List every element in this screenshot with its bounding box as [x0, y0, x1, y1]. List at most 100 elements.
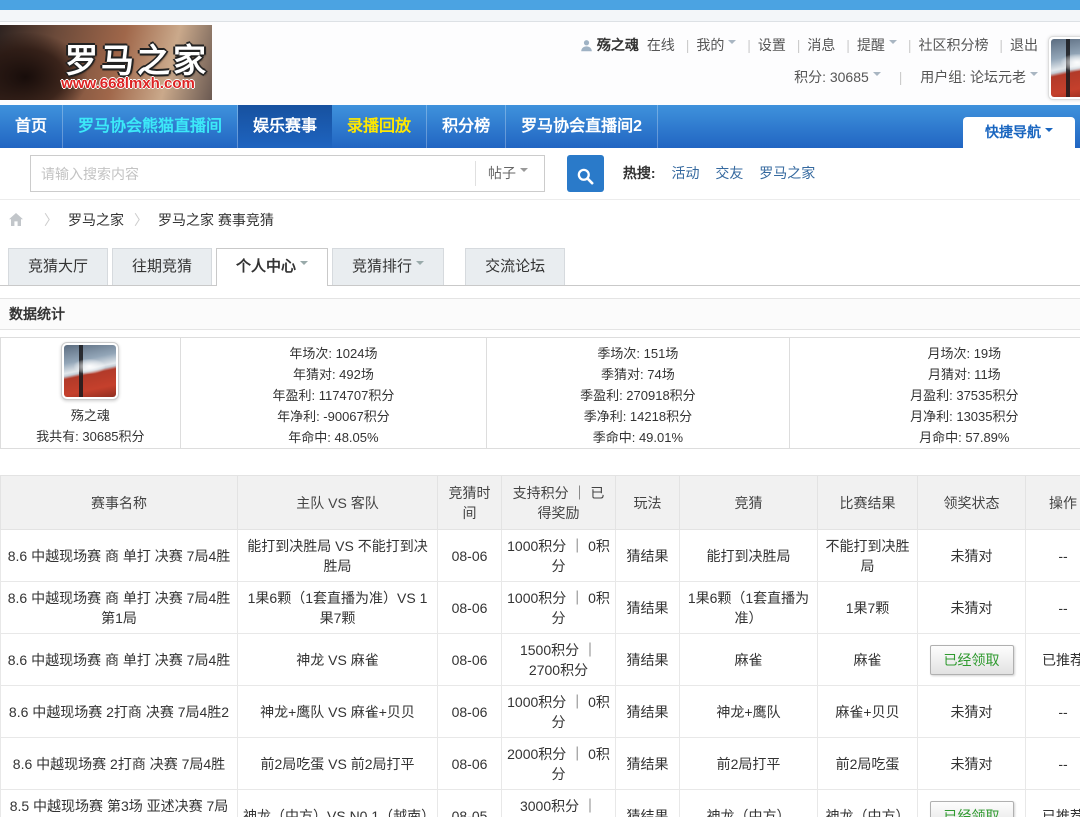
chevron-down-icon: [873, 72, 881, 80]
table-row: 8.6 中越现场赛 商 单打 决赛 7局4胜 神龙 VS 麻雀 08-06 15…: [1, 634, 1080, 686]
search-icon: [576, 174, 595, 189]
guess-time: 08-05: [438, 790, 502, 817]
match-result: 前2局吃蛋: [818, 738, 918, 790]
match-result: 1果7颗: [818, 582, 918, 634]
col-header-play: 玩法: [616, 476, 680, 530]
search-box: 帖子: [30, 155, 545, 192]
table-row: 8.6 中越现场赛 2打商 决赛 7局4胜 前2局吃蛋 VS 前2局打平 08-…: [1, 738, 1080, 790]
tab-rank[interactable]: 竞猜排行: [332, 248, 444, 285]
match-result: 神龙（中方）: [818, 790, 918, 817]
secondary-strip: [0, 10, 1080, 22]
teams: 神龙（中方）VS N0.1（越南）: [238, 790, 438, 817]
breadcrumb-home[interactable]: 罗马之家: [68, 212, 124, 228]
action: --: [1026, 686, 1080, 738]
breadcrumb-current[interactable]: 罗马之家 赛事竞猜: [158, 212, 274, 228]
search-button[interactable]: [567, 155, 604, 192]
col-header-name: 赛事名称: [1, 476, 238, 530]
tab-forum[interactable]: 交流论坛: [465, 248, 565, 285]
menu-logout[interactable]: 退出: [1010, 37, 1038, 53]
event-name: 8.6 中越现场赛 商 单打 决赛 7局4胜: [1, 530, 238, 582]
tab-past[interactable]: 往期竞猜: [112, 248, 212, 285]
hot-link-activity[interactable]: 活动: [671, 165, 699, 181]
claim-button[interactable]: 已经领取: [930, 801, 1014, 817]
points-reward: 2000积分 ｜ 0积分: [502, 738, 616, 790]
search-type-dropdown[interactable]: 帖子: [475, 161, 539, 186]
col-header-points: 支持积分 ｜ 已得奖励: [502, 476, 616, 530]
event-name: 8.5 中越现场赛 第3场 亚述决赛 7局4胜: [1, 790, 238, 817]
menu-board[interactable]: 社区积分榜: [918, 37, 988, 53]
nav-replay[interactable]: 录播回放: [332, 105, 427, 148]
search-bar: 帖子 热搜: 活动 交友 罗马之家: [0, 148, 1080, 200]
menu-messages[interactable]: 消息: [807, 37, 835, 53]
guess-time: 08-06: [438, 530, 502, 582]
usergroup-value[interactable]: 用户组: 论坛元老: [920, 69, 1026, 85]
logo-url: www.668lmxh.com: [48, 75, 208, 92]
nav-home[interactable]: 首页: [0, 105, 63, 148]
teams: 能打到决胜局 VS 不能打到决胜局: [238, 530, 438, 582]
play-type: 猜结果: [616, 582, 680, 634]
stats-season-col: 季场次: 151场 季猜对: 74场 季盈利: 270918积分 季净利: 14…: [487, 338, 789, 448]
home-icon[interactable]: [8, 202, 24, 217]
play-type: 猜结果: [616, 686, 680, 738]
avatar-flag-image: [1051, 39, 1080, 97]
hot-link-home[interactable]: 罗马之家: [759, 165, 815, 181]
claim-status: 已经领取: [918, 790, 1026, 817]
points-reward: 3000积分 ｜ 6720积分: [502, 790, 616, 817]
stats-avatar[interactable]: [61, 342, 119, 400]
stats-section-title: 数据统计: [0, 298, 1080, 330]
menu-mine[interactable]: 我的: [696, 37, 724, 53]
chevron-down-icon: [300, 261, 308, 269]
menu-settings[interactable]: 设置: [758, 37, 786, 53]
site-logo[interactable]: 罗马之家 www.668lmxh.com: [0, 25, 212, 100]
stats-month-col: 月场次: 19场 月猜对: 11场 月盈利: 37535积分 月净利: 1303…: [790, 338, 1080, 448]
stats-username: 殇之魂: [1, 405, 180, 426]
chevron-down-icon: [889, 40, 897, 48]
my-guess: 麻雀: [680, 634, 818, 686]
teams: 神龙+鹰队 VS 麻雀+贝贝: [238, 686, 438, 738]
stats-panel: 殇之魂 我共有: 30685积分 年场次: 1024场 年猜对: 492场 年盈…: [0, 337, 1080, 449]
tab-hall[interactable]: 竞猜大厅: [8, 248, 108, 285]
hot-search: 热搜: 活动 交友 罗马之家: [623, 155, 815, 192]
claim-status: 未猜对: [918, 582, 1026, 634]
table-row: 8.6 中越现场赛 2打商 决赛 7局4胜2 神龙+鹰队 VS 麻雀+贝贝 08…: [1, 686, 1080, 738]
hot-search-label: 热搜:: [623, 165, 656, 181]
action: --: [1026, 738, 1080, 790]
avatar[interactable]: [1048, 36, 1080, 100]
hot-link-friends[interactable]: 交友: [715, 165, 743, 181]
nav-live2[interactable]: 罗马协会直播间2: [506, 105, 658, 148]
nav-events[interactable]: 娱乐赛事: [238, 105, 332, 148]
action: --: [1026, 530, 1080, 582]
play-type: 猜结果: [616, 738, 680, 790]
guess-time: 08-06: [438, 582, 502, 634]
claim-status: 未猜对: [918, 530, 1026, 582]
claim-button[interactable]: 已经领取: [930, 645, 1014, 675]
play-type: 猜结果: [616, 634, 680, 686]
match-result: 不能打到决胜局: [818, 530, 918, 582]
claim-status: 已经领取: [918, 634, 1026, 686]
col-header-teams: 主队 VS 客队: [238, 476, 438, 530]
avatar-flag-image: [64, 345, 116, 397]
stats-user-col: 殇之魂 我共有: 30685积分: [1, 338, 181, 448]
claim-status: 未猜对: [918, 738, 1026, 790]
quick-nav-button[interactable]: 快捷导航: [963, 117, 1075, 148]
username[interactable]: 殇之魂: [597, 37, 639, 53]
event-name: 8.6 中越现场赛 2打商 决赛 7局4胜2: [1, 686, 238, 738]
online-status: 在线: [647, 37, 675, 53]
search-input[interactable]: [31, 156, 471, 191]
credits-value[interactable]: 积分: 30685: [794, 69, 869, 85]
event-name: 8.6 中越现场赛 2打商 决赛 7局4胜: [1, 738, 238, 790]
teams: 神龙 VS 麻雀: [238, 634, 438, 686]
guess-history-table: 赛事名称 主队 VS 客队 竞猜时间 支持积分 ｜ 已得奖励 玩法 竞猜 比赛结…: [0, 475, 1080, 817]
action: 已推荐: [1026, 790, 1080, 817]
table-row: 8.5 中越现场赛 第3场 亚述决赛 7局4胜 神龙（中方）VS N0.1（越南…: [1, 790, 1080, 817]
stats-total-credits: 我共有: 30685积分: [1, 426, 180, 447]
nav-panda-live[interactable]: 罗马协会熊猫直播间: [63, 105, 238, 148]
guess-time: 08-06: [438, 634, 502, 686]
tab-personal[interactable]: 个人中心: [216, 248, 328, 286]
nav-scoreboard[interactable]: 积分榜: [427, 105, 506, 148]
site-header: 罗马之家 www.668lmxh.com 殇之魂 在线 |我的 |设置 |消息 …: [0, 22, 1080, 105]
top-accent-bar: [0, 0, 1080, 10]
menu-reminders[interactable]: 提醒: [857, 37, 885, 53]
col-header-guess: 竞猜: [680, 476, 818, 530]
match-result: 麻雀+贝贝: [818, 686, 918, 738]
